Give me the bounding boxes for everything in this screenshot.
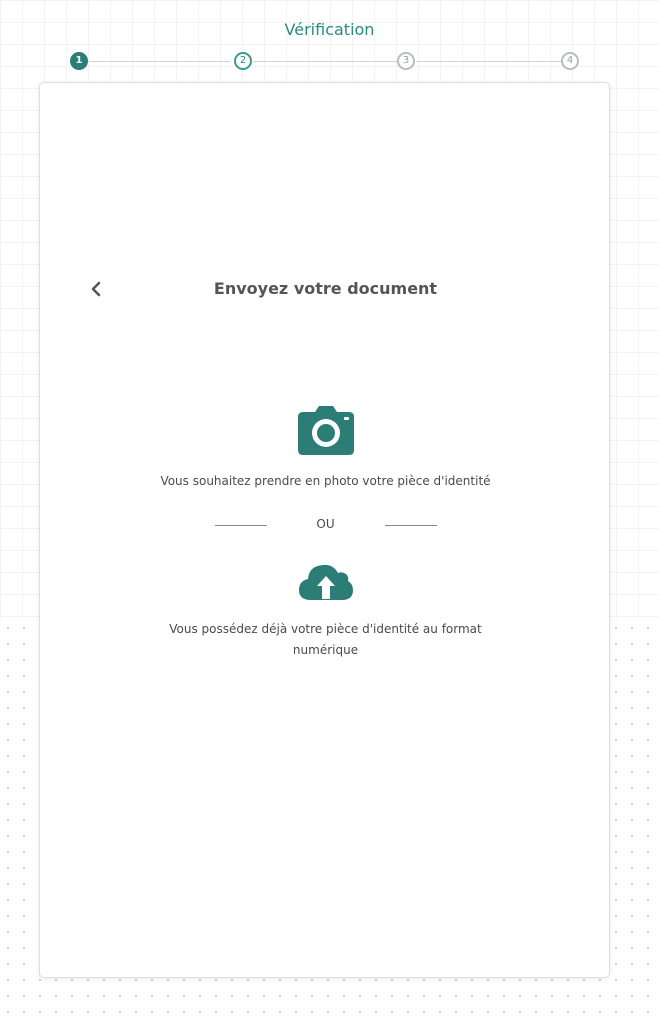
separator-text: OU — [316, 517, 335, 531]
step-4: 4 — [561, 52, 579, 70]
step-3: 3 — [397, 52, 415, 70]
stepper-connector — [89, 61, 230, 62]
or-separator: OU — [40, 515, 611, 535]
upload-file-label-line2: numérique — [292, 643, 359, 657]
card-title: Envoyez votre document — [213, 279, 438, 298]
camera-icon — [297, 406, 354, 455]
progress-stepper: 1 2 3 4 — [0, 50, 659, 74]
stepper-connector — [253, 61, 397, 62]
separator-line-right — [385, 525, 437, 526]
page-title: Vérification — [284, 20, 375, 39]
step-2: 2 — [234, 52, 252, 70]
upload-file-option[interactable]: Vous possédez déjà votre pièce d'identit… — [40, 563, 611, 661]
cloud-upload-icon — [298, 564, 353, 600]
take-photo-label: Vous souhaitez prendre en photo votre pi… — [160, 474, 491, 488]
upload-file-label-line1: Vous possédez déjà votre pièce d'identit… — [169, 622, 482, 636]
document-upload-card: Envoyez votre document Vous souhaitez pr… — [39, 82, 610, 978]
take-photo-option[interactable]: Vous souhaitez prendre en photo votre pi… — [40, 406, 611, 492]
stepper-connector — [416, 61, 561, 62]
step-1: 1 — [70, 52, 88, 70]
